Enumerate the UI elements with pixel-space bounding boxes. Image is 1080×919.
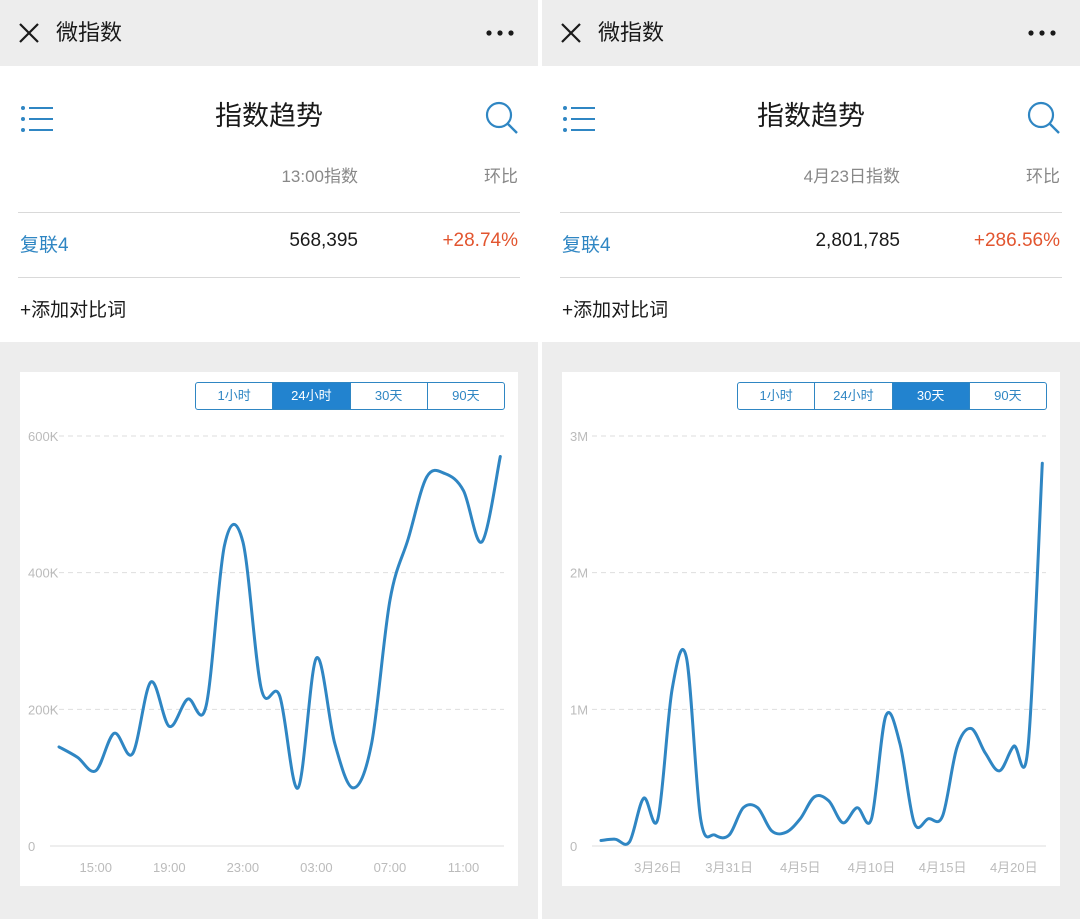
x-tick-label: 3月31日 xyxy=(705,860,753,875)
tab-30d[interactable]: 30天 xyxy=(351,383,428,409)
x-tick-label: 4月5日 xyxy=(780,860,820,875)
x-tick-label: 07:00 xyxy=(374,860,407,875)
divider xyxy=(560,212,1062,213)
index-summary-card: 指数趋势 4月23日指数 环比 复联4 2,801,785 +286.56% +… xyxy=(542,66,1080,342)
page-title: 指数趋势 xyxy=(215,101,323,131)
tab-90d[interactable]: 90天 xyxy=(428,383,504,409)
menu-icon[interactable] xyxy=(20,104,54,134)
y-tick-label: 600K xyxy=(28,429,59,444)
x-tick-label: 03:00 xyxy=(300,860,333,875)
topbar-title: 微指数 xyxy=(598,20,665,45)
series-line xyxy=(599,461,1044,846)
trend-chart-card: 0 200K 400K 600K 15:00 19:00 23:00 03:00 07:00 11… xyxy=(20,372,518,886)
trend-chart: 0 200K 400K 600K 15:00 19:00 23:00 03:00 07:00 11… xyxy=(28,429,504,875)
close-icon[interactable] xyxy=(16,20,42,46)
keyword-index-value: 568,395 xyxy=(289,230,358,251)
series-line xyxy=(57,455,502,790)
x-tick-label: 19:00 xyxy=(153,860,186,875)
search-icon[interactable] xyxy=(1026,100,1062,136)
y-tick-label: 1M xyxy=(570,702,588,717)
divider xyxy=(18,277,520,278)
add-compare-button[interactable]: +添加对比词 xyxy=(562,295,668,322)
right-panel: 微指数 指数趋势 4月23日指数 环比 复联4 2,801,785 +286.5… xyxy=(542,0,1080,919)
top-bar: 微指数 xyxy=(0,0,538,66)
column-header-index: 4月23日指数 xyxy=(803,167,900,186)
left-panel: 微指数 指数趋势 13:00指数 环比 复联4 568,395 +28.74% … xyxy=(0,0,538,919)
more-icon[interactable] xyxy=(484,22,516,44)
search-icon[interactable] xyxy=(484,100,520,136)
tab-24h[interactable]: 24小时 xyxy=(273,383,351,409)
y-tick-label: 0 xyxy=(570,839,577,854)
x-tick-label: 4月15日 xyxy=(919,860,967,875)
x-tick-label: 23:00 xyxy=(227,860,260,875)
topbar-title: 微指数 xyxy=(56,20,123,45)
menu-icon[interactable] xyxy=(562,104,596,134)
x-tick-label: 3月26日 xyxy=(634,860,682,875)
x-tick-label: 15:00 xyxy=(79,860,112,875)
y-tick-label: 400K xyxy=(28,566,59,581)
trend-chart: 0 1M 2M 3M 3月26日 3月31日 4月5日 4月10日 4月15日 4月20日 xyxy=(570,429,1046,875)
add-compare-button[interactable]: +添加对比词 xyxy=(20,295,126,322)
tab-24h[interactable]: 24小时 xyxy=(815,383,893,409)
x-tick-label: 4月10日 xyxy=(848,860,896,875)
x-tick-label: 4月20日 xyxy=(990,860,1038,875)
y-tick-label: 0 xyxy=(28,839,35,854)
time-range-tabs: 1小时 24小时 30天 90天 xyxy=(737,382,1047,410)
keyword-name[interactable]: 复联4 xyxy=(562,230,611,257)
y-tick-label: 200K xyxy=(28,702,59,717)
trend-chart-card: 0 1M 2M 3M 3月26日 3月31日 4月5日 4月10日 4月15日 4月20日 1小时… xyxy=(562,372,1060,886)
tab-1h[interactable]: 1小时 xyxy=(738,383,816,409)
keyword-name[interactable]: 复联4 xyxy=(20,230,69,257)
tab-30d[interactable]: 30天 xyxy=(892,383,970,409)
top-bar: 微指数 xyxy=(542,0,1080,66)
y-tick-label: 3M xyxy=(570,429,588,444)
keyword-change: +28.74% xyxy=(442,230,518,251)
close-icon[interactable] xyxy=(558,20,584,46)
divider xyxy=(18,212,520,213)
x-tick-label: 11:00 xyxy=(448,860,480,875)
column-header-index: 13:00指数 xyxy=(281,167,358,186)
keyword-index-value: 2,801,785 xyxy=(815,230,900,251)
more-icon[interactable] xyxy=(1026,22,1058,44)
keyword-change: +286.56% xyxy=(973,230,1060,251)
column-header-ratio: 环比 xyxy=(1026,167,1060,186)
index-summary-card: 指数趋势 13:00指数 环比 复联4 568,395 +28.74% +添加对… xyxy=(0,66,538,342)
tab-1h[interactable]: 1小时 xyxy=(196,383,274,409)
page-title: 指数趋势 xyxy=(757,101,865,131)
time-range-tabs: 1小时 24小时 30天 90天 xyxy=(195,382,505,410)
y-tick-label: 2M xyxy=(570,566,588,581)
tab-90d[interactable]: 90天 xyxy=(970,383,1046,409)
column-header-ratio: 环比 xyxy=(484,167,518,186)
divider xyxy=(560,277,1062,278)
